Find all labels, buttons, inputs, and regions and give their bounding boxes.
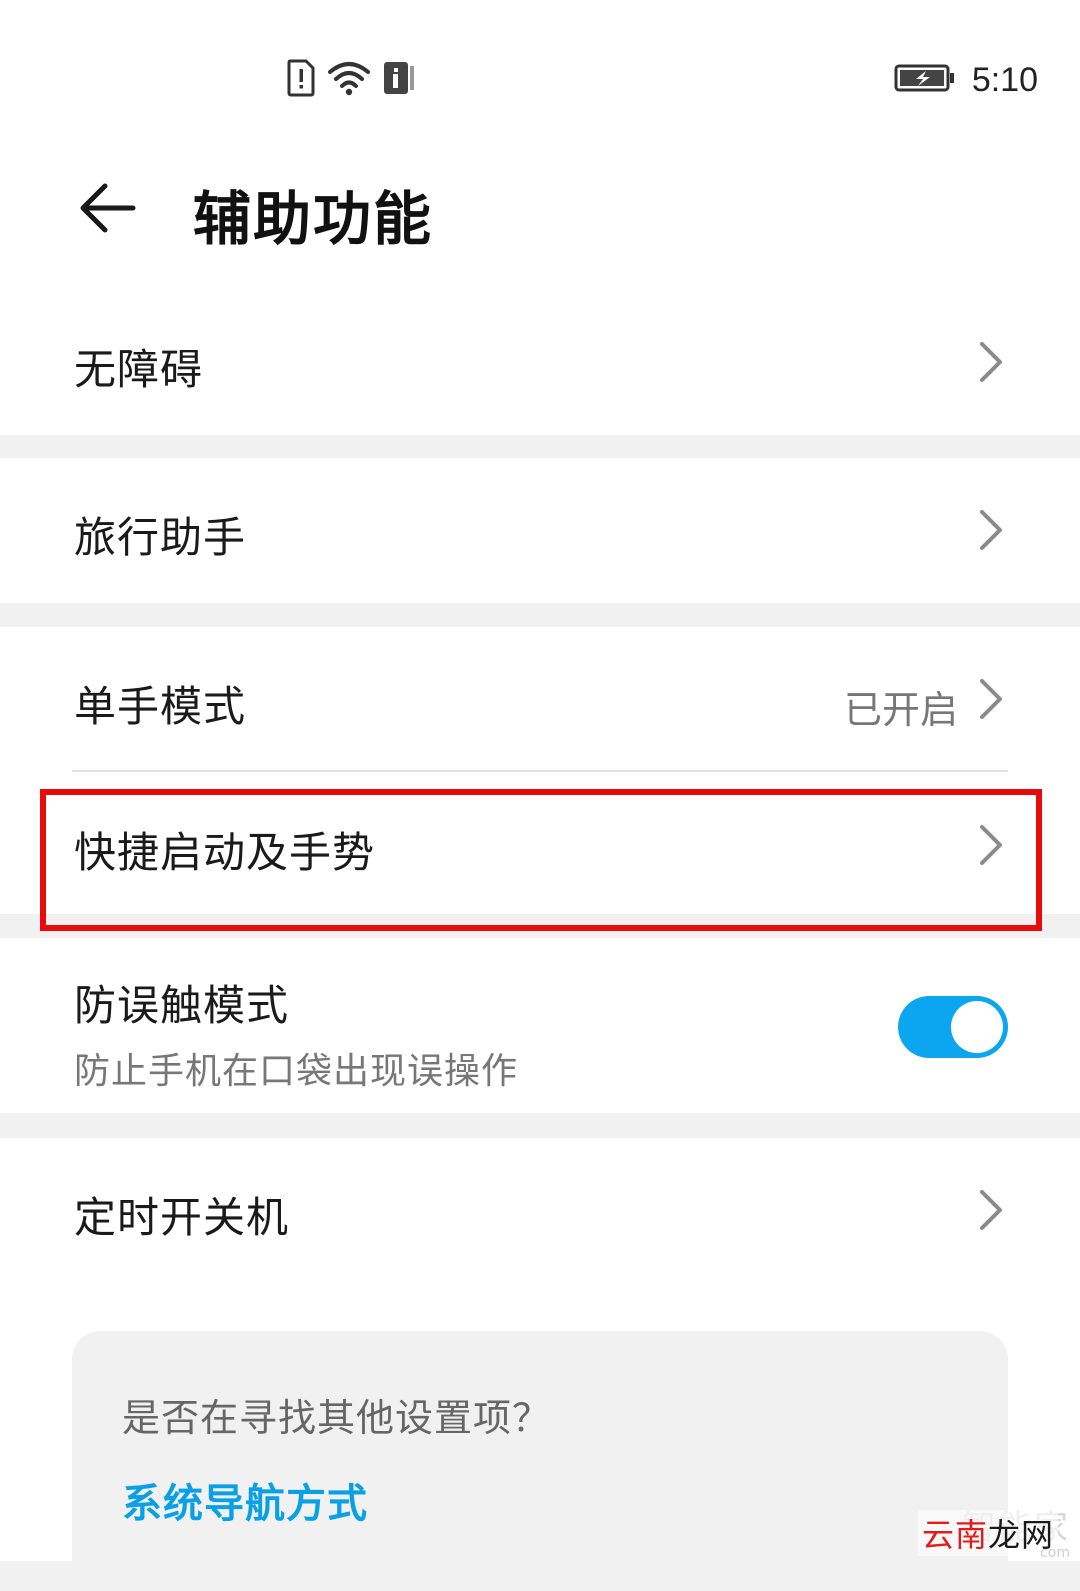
wifi-icon [328,60,370,100]
row-accessibility[interactable]: 无障碍 [0,290,1080,435]
watermark-sub: com [1040,1545,1070,1561]
chevron-right-icon [980,342,1002,382]
row-label: 无障碍 [74,345,204,394]
row-shortcuts-gestures[interactable]: 快捷启动及手势 [0,771,1080,914]
suggestion-title: 是否在寻找其他设置项？ [122,1396,552,1440]
chevron-right-icon [980,1190,1002,1230]
toggle-knob [951,1001,1003,1053]
row-label: 单手模式 [74,682,247,731]
battery-charging-icon [894,63,956,97]
suggestion-link[interactable]: 系统导航方式 [122,1471,368,1529]
row-label: 旅行助手 [74,513,247,562]
row-travel-assistant[interactable]: 旅行助手 [0,458,1080,603]
watermark: 云南龙网 [917,1510,1058,1556]
watermark-red: 云南 [921,1516,988,1554]
info-icon [382,60,418,100]
row-one-hand-mode[interactable]: 单手模式 已开启 [0,627,1080,771]
group-travel: 旅行助手 [0,458,1080,603]
row-scheduled-power[interactable]: 定时开关机 [0,1138,1080,1283]
status-time: 5:10 [971,60,1038,99]
status-bar: 5:10 [0,0,1080,130]
chevron-right-icon [980,510,1002,550]
row-label: 防误触模式 [74,981,290,1030]
chevron-right-icon [980,679,1002,719]
row-label: 定时开关机 [74,1193,290,1242]
page-title: 辅助功能 [193,185,434,253]
group-gestures: 单手模式 已开启 快捷启动及手势 [0,627,1080,914]
suggestion-card: 是否在寻找其他设置项？ 系统导航方式 [72,1331,1008,1591]
status-icons [286,59,418,101]
settings-screen: 5:10 辅助功能 无障碍 旅行助手 单手模式 已开启 快捷启动及手势 防误触模… [0,0,1080,1591]
row-label: 快捷启动及手势 [74,828,376,877]
back-arrow-icon [80,183,136,233]
row-pocket-mode[interactable]: 防误触模式 防止手机在口袋出现误操作 [0,938,1080,1113]
group-pocket-mode: 防误触模式 防止手机在口袋出现误操作 [0,938,1080,1113]
group-accessibility: 无障碍 [0,290,1080,435]
row-subtitle: 防止手机在口袋出现误操作 [74,1051,519,1092]
back-button[interactable] [72,178,142,238]
row-value: 已开启 [843,688,958,732]
chevron-right-icon [980,825,1002,865]
status-right: 5:10 [894,58,1038,102]
sim-alert-icon [286,59,316,101]
page-header: 辅助功能 [0,130,1080,290]
pocket-mode-toggle[interactable] [898,996,1008,1058]
